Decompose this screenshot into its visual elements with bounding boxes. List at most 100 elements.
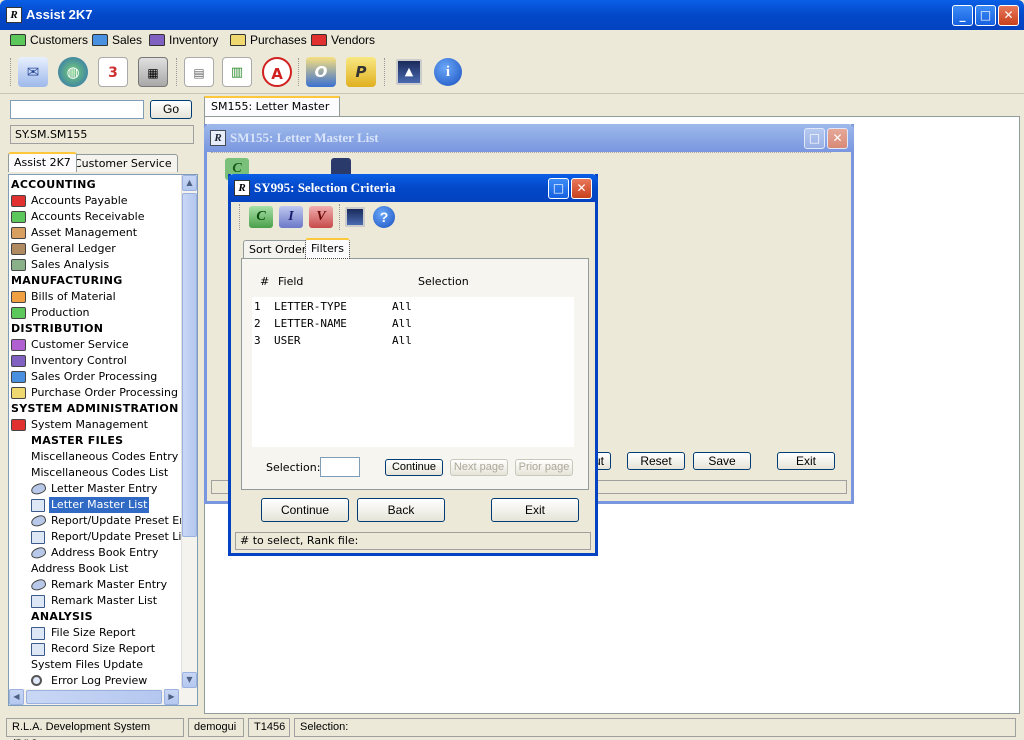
folder-icon	[11, 291, 26, 303]
tree-item[interactable]: Miscellaneous Codes List	[31, 465, 168, 481]
continue-small-button[interactable]: Continue	[385, 459, 443, 476]
scroll-left-button[interactable]: ◀	[9, 689, 24, 705]
spreadsheet-icon[interactable]: ▥	[222, 57, 252, 87]
tab-assist-2k7[interactable]: Assist 2K7	[8, 152, 77, 172]
tree-horizontal-scrollbar[interactable]: ◀ ▶	[9, 689, 197, 705]
tree-item-label: File Size Report	[51, 626, 136, 639]
scroll-right-button[interactable]: ▶	[164, 689, 179, 705]
image-icon[interactable]	[345, 207, 365, 227]
tree-vertical-scrollbar[interactable]: ▲ ▼	[181, 175, 197, 689]
menu-vendors[interactable]: Vendors	[311, 32, 375, 48]
tree-item-label: Inventory Control	[31, 354, 127, 367]
verify-icon[interactable]: V	[309, 206, 333, 228]
sy995-close-button[interactable]: ✕	[571, 178, 592, 199]
scroll-down-button[interactable]: ▼	[182, 672, 197, 688]
sy995-title-bar: R SY995: Selection Criteria □ ✕	[228, 174, 598, 202]
sy995-maximize-button[interactable]: □	[548, 178, 569, 199]
filter-row-field: LETTER-TYPE	[274, 300, 347, 313]
tree-item-label: Bills of Material	[31, 290, 116, 303]
info-icon[interactable]: i	[434, 58, 462, 86]
search-input[interactable]	[10, 100, 144, 119]
app-logo-icon: R	[210, 130, 226, 146]
app-title: Assist 2K7	[26, 7, 93, 22]
menu-purchases[interactable]: Purchases	[230, 32, 307, 48]
scroll-up-button[interactable]: ▲	[182, 175, 197, 191]
tree-subsection-heading[interactable]: ANALYSIS	[31, 609, 93, 625]
folder-icon	[11, 339, 26, 351]
tree-item[interactable]: System Files Update	[31, 657, 143, 673]
sm155-close-button[interactable]: ✕	[827, 128, 848, 149]
report-icon	[31, 499, 45, 512]
tab-filters[interactable]: Filters	[305, 238, 350, 259]
tree-item[interactable]: Miscellaneous Codes Entry	[31, 449, 178, 465]
entry-icon	[29, 577, 48, 593]
tree-item-label: General Ledger	[31, 242, 116, 255]
tree-item[interactable]: Address Book List	[31, 561, 128, 577]
menu-inventory[interactable]: Inventory	[149, 32, 218, 48]
tree-item-label: ACCOUNTING	[11, 178, 96, 191]
reset-button[interactable]: Reset	[627, 452, 685, 470]
tree-item-label: Letter Master List	[49, 497, 150, 513]
next-page-button[interactable]: Next page	[450, 459, 508, 476]
exit-button[interactable]: Exit	[491, 498, 579, 522]
scroll-thumb[interactable]	[182, 193, 197, 537]
toolbar: ✉ ◍ 3 ▦ ▤ ▥ A O P ▲ i	[0, 50, 1024, 94]
app-logo-icon: R	[6, 7, 22, 23]
menu-sales[interactable]: Sales	[92, 32, 142, 48]
notepad-icon[interactable]: ▤	[184, 57, 214, 87]
selection-input[interactable]	[320, 457, 360, 477]
clear-icon[interactable]: C	[249, 206, 273, 228]
filter-row-field: LETTER-NAME	[274, 317, 347, 330]
tree-item-label: Remark Master Entry	[51, 578, 168, 591]
tree-item-label: Asset Management	[31, 226, 138, 239]
folder-icon	[11, 307, 26, 319]
tree-item-label: Error Log Preview	[51, 674, 148, 687]
menu-path-field: SY.SM.SM155	[10, 125, 194, 144]
image-icon[interactable]: ▲	[396, 59, 422, 85]
help-icon[interactable]: ?	[373, 206, 395, 228]
folder-icon	[11, 371, 26, 383]
tree-item-label: Letter Master Entry	[51, 482, 158, 495]
tree-item-label: SYSTEM ADMINISTRATION	[11, 402, 179, 415]
folder-icon	[11, 387, 26, 399]
outlook-icon[interactable]: O	[306, 57, 336, 87]
hscroll-thumb[interactable]	[26, 690, 162, 704]
maximize-button[interactable]: □	[975, 5, 996, 26]
calendar-icon[interactable]: 3	[98, 57, 128, 87]
tree-subsection-heading[interactable]: MASTER FILES	[31, 433, 123, 449]
folder-icon	[11, 355, 26, 367]
back-button[interactable]: Back	[357, 498, 445, 522]
sy995-title: SY995: Selection Criteria	[254, 180, 396, 195]
sm155-maximize-button[interactable]: □	[804, 128, 825, 149]
toolbar-separator	[176, 58, 178, 86]
tab-customer-service[interactable]: Customer Service	[68, 154, 178, 172]
report-icon	[31, 595, 45, 608]
save-button[interactable]: Save	[693, 452, 751, 470]
workspace-tab[interactable]: SM155: Letter Master List	[204, 96, 340, 130]
pdf-icon[interactable]: A	[262, 57, 292, 87]
tree-item-label: Customer Service	[31, 338, 129, 351]
exit-button[interactable]: Exit	[777, 452, 835, 470]
entry-icon	[29, 545, 48, 561]
toolbar-separator	[10, 58, 12, 86]
tab-sort-order[interactable]: Sort Order	[243, 240, 313, 258]
dialog-status-line: # to select, Rank file:	[235, 532, 591, 550]
column-header-field: Field	[278, 275, 304, 288]
mail-icon[interactable]: ✉	[18, 57, 48, 87]
close-button[interactable]: ✕	[998, 5, 1019, 26]
tree-item-label: Miscellaneous Codes Entry	[31, 450, 179, 463]
status-terminal: T1456	[248, 718, 290, 737]
globe-icon[interactable]: ◍	[58, 57, 88, 87]
filters-grid[interactable]: 1 LETTER-TYPE All 2 LETTER-NAME All 3 USER All	[252, 297, 574, 447]
selection-label: Selection:	[266, 461, 321, 474]
calculator-icon[interactable]: ▦	[138, 57, 168, 87]
tree-item-label: System Files Update	[31, 658, 143, 671]
tree-item-label: Purchase Order Processing	[31, 386, 178, 399]
go-button[interactable]: Go	[150, 100, 192, 119]
prior-page-button[interactable]: Prior page	[515, 459, 573, 476]
insert-icon[interactable]: I	[279, 206, 303, 228]
menu-customers[interactable]: Customers	[10, 32, 88, 48]
publisher-icon[interactable]: P	[346, 57, 376, 87]
continue-button[interactable]: Continue	[261, 498, 349, 522]
minimize-button[interactable]: _	[952, 5, 973, 26]
